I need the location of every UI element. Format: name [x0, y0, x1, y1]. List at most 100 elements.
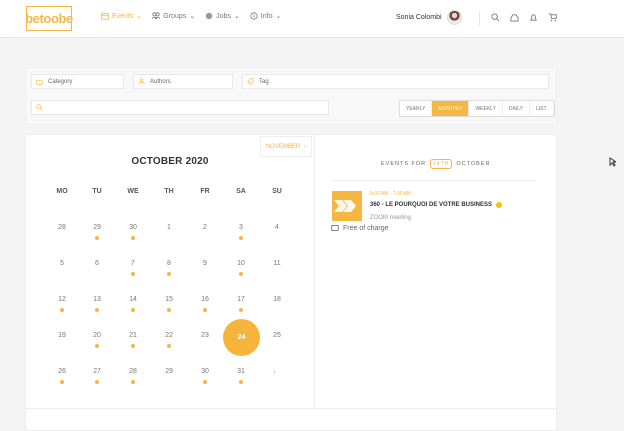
ticket-icon — [331, 225, 339, 231]
calendar-day[interactable]: 30 — [190, 368, 220, 375]
search-input[interactable] — [31, 100, 329, 115]
event-location: ZOOM meeting — [370, 215, 412, 221]
event-dot — [131, 380, 135, 384]
chevron-right-icon: › — [304, 143, 307, 150]
event-dot — [239, 308, 243, 312]
chevron-down-icon: ⌄ — [275, 13, 282, 20]
tag-filter-label: Tag — [259, 78, 269, 85]
calendar-day[interactable]: 29 — [154, 368, 184, 375]
category-filter[interactable]: Category — [31, 74, 124, 89]
chevron-right-icon[interactable]: › — [273, 367, 276, 376]
event-price: Free of charge — [331, 224, 389, 232]
event-dot — [131, 344, 135, 348]
top-divider — [479, 11, 480, 26]
nav-info-label: Info — [260, 12, 273, 20]
calendar-day[interactable]: 30 — [118, 224, 148, 231]
nav-info[interactable]: Info ⌄ — [250, 12, 282, 20]
nav-events[interactable]: Events ⌄ — [101, 12, 142, 20]
calendar-day[interactable]: 12 — [47, 296, 77, 303]
calendar-day[interactable]: 8 — [154, 260, 184, 267]
calendar-footer — [25, 409, 557, 431]
view-yearly[interactable]: YEARLY — [400, 101, 433, 116]
events-header-left: EVENTS FOR — [381, 161, 427, 167]
calendar-day[interactable]: 19 — [47, 332, 77, 339]
inbox-icon[interactable] — [510, 13, 519, 22]
folder-icon — [36, 79, 43, 85]
calendar-day[interactable]: 15 — [154, 296, 184, 303]
calendar-day[interactable]: 11 — [262, 260, 292, 267]
nav-events-label: Events — [112, 12, 134, 20]
calendar-day[interactable]: 26 — [47, 368, 77, 375]
bell-icon[interactable] — [529, 13, 538, 22]
user-name: Sonia Colombi — [396, 14, 442, 21]
event-thumbnail[interactable] — [332, 191, 362, 221]
calendar-day[interactable]: 3 — [226, 224, 256, 231]
weekday-label: FR — [200, 188, 210, 195]
nav-jobs-label: Jobs — [216, 12, 231, 20]
event-dot — [203, 308, 207, 312]
event-dot — [203, 380, 207, 384]
calendar-day[interactable]: 31 — [226, 368, 256, 375]
authors-filter-label: Authors — [150, 78, 171, 85]
chevron-down-icon: ⌄ — [136, 13, 143, 20]
calendar-day[interactable]: 20 — [82, 332, 112, 339]
search-icon — [36, 104, 43, 111]
authors-filter[interactable]: Authors — [133, 74, 233, 89]
event-dot — [239, 272, 243, 276]
calendar-day[interactable]: 21 — [118, 332, 148, 339]
calendar-day[interactable]: 6 — [82, 260, 112, 267]
calendar-day[interactable]: 22 — [154, 332, 184, 339]
nav-groups[interactable]: Groups ⌄ — [152, 12, 195, 20]
calendar-day[interactable]: 25 — [262, 332, 292, 339]
toolbar-icons — [491, 13, 557, 22]
betoobe-logo[interactable]: betoobe — [25, 6, 73, 31]
calendar-day[interactable]: 17 — [226, 296, 256, 303]
weekday-label: SA — [236, 188, 246, 195]
month-title: OCTOBER 2020 — [131, 156, 209, 167]
tag-filter[interactable]: Tag — [242, 74, 549, 89]
calendar-day[interactable]: 18 — [262, 296, 292, 303]
calendar-day[interactable]: 28 — [47, 224, 77, 231]
event-dot — [60, 380, 64, 384]
top-navigation-bar: betoobe Events ⌄ Groups ⌄ Jobs ⌄ Info ⌄ Soni… — [0, 0, 624, 38]
view-daily[interactable]: DAILY — [503, 101, 531, 116]
event-title[interactable]: 360 - LE POURQUOI DE VOTRE BUSINESS — [370, 202, 503, 208]
events-header: EVENTS FOR 24TH OCTOBER — [381, 159, 491, 169]
event-dot — [95, 344, 99, 348]
calendar-day[interactable]: 14 — [118, 296, 148, 303]
weekday-label: MO — [56, 188, 68, 195]
calendar-day[interactable]: 10 — [226, 260, 256, 267]
event-price-text: Free of charge — [343, 224, 389, 232]
calendar-divider — [314, 135, 315, 409]
view-weekly[interactable]: WEEKLY — [469, 101, 503, 116]
user-menu[interactable]: Sonia Colombi — [396, 10, 462, 25]
event-dot — [60, 308, 64, 312]
nav-jobs[interactable]: Jobs ⌄ — [205, 12, 240, 20]
calendar-day[interactable]: 29 — [82, 224, 112, 231]
info-icon — [250, 12, 258, 20]
calendar-day[interactable]: 2 — [190, 224, 220, 231]
chevron-down-icon: ⌄ — [233, 13, 240, 20]
selected-day[interactable]: 24 — [223, 319, 260, 356]
calendar-day[interactable]: 23 — [190, 332, 220, 339]
events-divider — [331, 180, 536, 181]
search-icon[interactable] — [491, 13, 500, 22]
calendar-day[interactable]: 4 — [262, 224, 292, 231]
calendar-day[interactable]: 28 — [118, 368, 148, 375]
calendar-day[interactable]: 5 — [47, 260, 77, 267]
view-monthly[interactable]: MONTHLY — [432, 101, 470, 116]
cart-icon[interactable] — [548, 13, 557, 22]
calendar-day[interactable]: 16 — [190, 296, 220, 303]
avatar[interactable] — [446, 10, 462, 25]
event-dot — [239, 236, 243, 240]
globe-icon — [205, 12, 213, 20]
event-title-text: 360 - LE POURQUOI DE VOTRE BUSINESS — [370, 202, 493, 208]
calendar-day[interactable]: 7 — [118, 260, 148, 267]
event-dot — [131, 272, 135, 276]
calendar-day[interactable]: 9 — [190, 260, 220, 267]
calendar-day[interactable]: 13 — [82, 296, 112, 303]
next-month-button[interactable]: NOVEMBER › — [260, 136, 312, 157]
calendar-day[interactable]: 1 — [154, 224, 184, 231]
view-list[interactable]: LIST — [530, 101, 554, 116]
calendar-day[interactable]: 27 — [82, 368, 112, 375]
